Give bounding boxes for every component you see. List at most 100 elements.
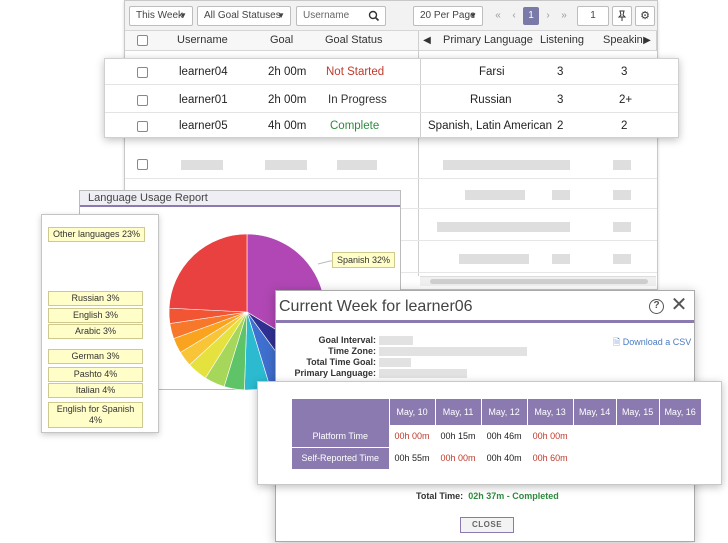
time-cell: 00h 00m bbox=[389, 425, 436, 447]
cell-listening: 2 bbox=[557, 120, 564, 132]
platform-time-label: Platform Time bbox=[292, 425, 390, 448]
label-pashto: Pashto 4% bbox=[48, 367, 143, 382]
gear-icon[interactable]: ⚙ bbox=[635, 6, 655, 26]
download-csv-label: Download a CSV bbox=[622, 337, 692, 347]
grid-toolbar: This Week ▼ All Goal Statuses ▼ Username 2… bbox=[125, 1, 657, 31]
modal-title: Current Week for learner06 bbox=[276, 291, 694, 323]
cell-goal: 4h 00m bbox=[268, 120, 307, 132]
time-cell: 00h 15m bbox=[435, 425, 482, 447]
col-primary-language[interactable]: Primary Language bbox=[443, 34, 533, 46]
day-header: May, 16 bbox=[659, 399, 702, 425]
label-spanish: Spanish 32% bbox=[332, 252, 395, 268]
leader-line bbox=[317, 260, 333, 265]
time-cell bbox=[573, 425, 617, 447]
goal-interval-value bbox=[379, 336, 413, 345]
scrollbar-thumb[interactable] bbox=[430, 279, 648, 284]
label-italian: Italian 4% bbox=[48, 383, 143, 398]
time-zone-value bbox=[379, 347, 527, 356]
select-all-checkbox[interactable] bbox=[137, 35, 148, 46]
total-time-value: 02h 37m - Completed bbox=[468, 491, 559, 501]
goal-interval-label: Goal Interval: bbox=[318, 335, 376, 345]
cell-listening: 3 bbox=[557, 94, 564, 106]
label-english-for-spanish: English for Spanish 4% bbox=[48, 402, 143, 428]
scroll-right-icon[interactable]: ▶ bbox=[640, 31, 654, 51]
table-row[interactable]: learner05 4h 00m Complete Spanish, Latin… bbox=[105, 113, 678, 139]
help-icon[interactable]: ? bbox=[649, 299, 664, 314]
cell-goal: 2h 00m bbox=[268, 94, 307, 106]
row-checkbox[interactable] bbox=[137, 121, 148, 132]
cell-goal-status: In Progress bbox=[328, 94, 387, 106]
weekly-time-table-card: May, 10 May, 11 May, 12 May, 13 May, 14 … bbox=[257, 381, 722, 485]
cell-speaking: 3 bbox=[621, 66, 628, 78]
table-row[interactable]: learner04 2h 00m Not Started Farsi 3 3 bbox=[105, 59, 678, 85]
time-cell: 00h 55m bbox=[389, 447, 436, 469]
chevron-down-icon: ▼ bbox=[469, 11, 477, 20]
time-cell bbox=[616, 447, 660, 469]
label-english: English 3% bbox=[48, 308, 143, 323]
self-reported-time-row: Self-Reported Time 00h 55m 00h 00m 00h 4… bbox=[292, 447, 702, 470]
last-page-button[interactable]: » bbox=[556, 7, 572, 25]
day-header: May, 14 bbox=[573, 399, 617, 425]
weekly-time-table: May, 10 May, 11 May, 12 May, 13 May, 14 … bbox=[292, 399, 702, 470]
total-time-goal-value bbox=[379, 358, 411, 367]
pie-slice-other-languages bbox=[168, 233, 248, 313]
time-cell: 00h 00m bbox=[435, 447, 482, 469]
corner-cell bbox=[292, 399, 390, 425]
total-time-label: Total Time: bbox=[416, 491, 464, 501]
cell-username: learner04 bbox=[179, 66, 228, 78]
table-row[interactable]: learner01 2h 00m In Progress Russian 3 2… bbox=[105, 87, 678, 113]
username-search-placeholder: Username bbox=[303, 10, 350, 21]
download-csv-link[interactable]: 🗎 Download a CSV bbox=[613, 335, 691, 351]
day-header: May, 15 bbox=[616, 399, 660, 425]
primary-language-value bbox=[379, 369, 467, 378]
cell-username: learner05 bbox=[179, 120, 228, 132]
pin-icon[interactable] bbox=[612, 6, 632, 26]
prev-page-button[interactable]: ‹ bbox=[506, 7, 522, 25]
period-select-value: This Week bbox=[136, 10, 184, 21]
cell-language: Russian bbox=[470, 94, 512, 106]
scroll-left-icon[interactable]: ◀ bbox=[420, 31, 434, 51]
row-checkbox[interactable] bbox=[137, 95, 148, 106]
horizontal-scrollbar[interactable] bbox=[420, 276, 656, 286]
platform-time-row: Platform Time 00h 00m 00h 15m 00h 46m 00… bbox=[292, 425, 702, 448]
next-page-button[interactable]: › bbox=[540, 7, 556, 25]
period-select[interactable]: This Week ▼ bbox=[129, 6, 193, 26]
time-cell: 00h 40m bbox=[481, 447, 528, 469]
col-goal-status[interactable]: Goal Status bbox=[325, 34, 382, 46]
col-goal[interactable]: Goal bbox=[270, 34, 293, 46]
close-button[interactable]: CLOSE bbox=[460, 517, 514, 533]
close-icon[interactable]: ✕ bbox=[669, 295, 689, 315]
grid-header: Username Goal Goal Status Primary Langua… bbox=[125, 31, 657, 51]
total-time-summary: Total Time: 02h 37m - Completed bbox=[416, 491, 559, 501]
page-number-input[interactable]: 1 bbox=[577, 6, 609, 26]
goal-status-select[interactable]: All Goal Statuses ▼ bbox=[197, 6, 291, 26]
search-icon[interactable] bbox=[367, 7, 381, 25]
cell-speaking: 2+ bbox=[619, 94, 633, 106]
time-cell: 00h 60m bbox=[527, 447, 574, 469]
day-header: May, 10 bbox=[389, 399, 436, 425]
current-page-button[interactable]: 1 bbox=[523, 7, 539, 25]
label-german: German 3% bbox=[48, 349, 143, 364]
col-speaking[interactable]: Speakin bbox=[603, 34, 643, 46]
label-russian: Russian 3% bbox=[48, 291, 143, 306]
cell-goal-status: Not Started bbox=[326, 66, 385, 78]
pie-labels-card: Other languages 23% Russian 3% English 3… bbox=[41, 214, 159, 433]
per-page-select[interactable]: 20 Per Page ▼ bbox=[413, 6, 483, 26]
time-cell bbox=[659, 447, 702, 469]
cell-listening: 3 bbox=[557, 66, 564, 78]
cell-language: Farsi bbox=[479, 66, 505, 78]
time-cell bbox=[616, 425, 660, 447]
col-listening[interactable]: Listening bbox=[540, 34, 584, 46]
self-reported-time-label: Self-Reported Time bbox=[292, 447, 390, 470]
cell-speaking: 2 bbox=[621, 120, 628, 132]
cell-goal-status: Complete bbox=[330, 120, 380, 132]
col-username[interactable]: Username bbox=[177, 34, 228, 46]
row-checkbox[interactable] bbox=[137, 159, 148, 170]
per-page-value: 20 Per Page bbox=[420, 10, 476, 21]
first-page-button[interactable]: « bbox=[490, 7, 506, 25]
label-other-languages: Other languages 23% bbox=[48, 227, 145, 242]
username-search-input[interactable]: Username bbox=[296, 6, 386, 26]
table-row[interactable] bbox=[125, 151, 657, 179]
row-checkbox[interactable] bbox=[137, 67, 148, 78]
day-header: May, 13 bbox=[527, 399, 574, 425]
